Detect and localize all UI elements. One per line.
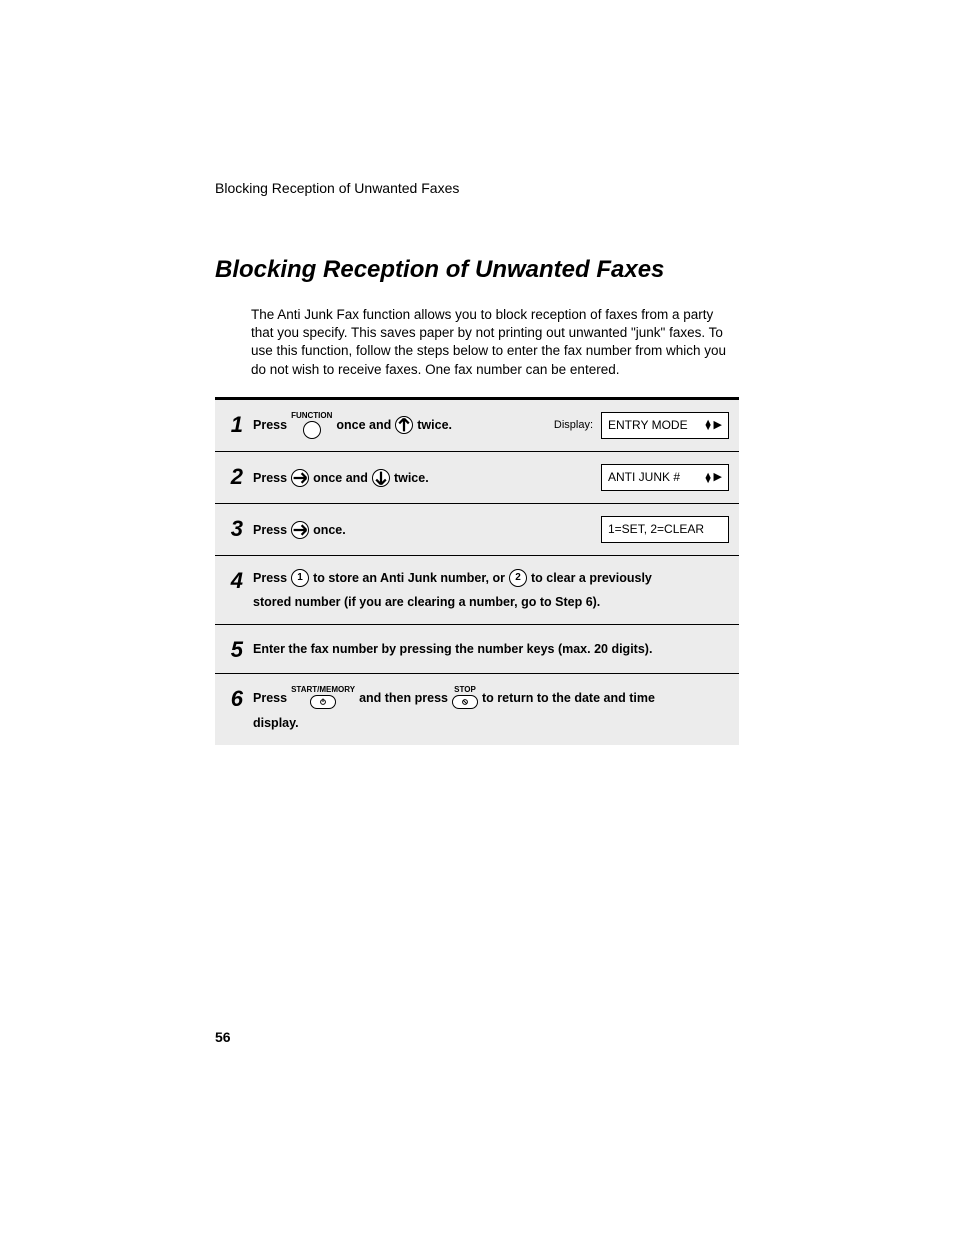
key-label: STOP xyxy=(454,686,476,694)
display-label: Display: xyxy=(554,417,593,435)
step-text: to return to the date and time xyxy=(482,688,655,708)
down-arrow-key-icon xyxy=(372,469,390,487)
step-text: twice. xyxy=(394,468,429,488)
lcd-display: 1=SET, 2=CLEAR xyxy=(601,516,729,543)
step-text: Enter the fax number by pressing the num… xyxy=(253,639,652,659)
stop-key: STOP xyxy=(452,686,478,709)
manual-page: Blocking Reception of Unwanted Faxes Blo… xyxy=(0,0,954,1235)
oval-button-icon xyxy=(310,695,336,709)
step-number: 5 xyxy=(215,637,253,661)
step-number: 1 xyxy=(215,412,253,439)
step-text: Press xyxy=(253,468,287,488)
intro-paragraph: The Anti Junk Fax function allows you to… xyxy=(251,306,739,379)
digit-1-key-icon: 1 xyxy=(291,569,309,587)
step-1: 1 Press FUNCTION once and twice. Display… xyxy=(215,400,739,452)
step-text: to store an Anti Junk number, or xyxy=(313,568,505,588)
step-text: Press xyxy=(253,568,287,588)
step-5: 5 Enter the fax number by pressing the n… xyxy=(215,625,739,674)
step-text: once and xyxy=(336,415,391,435)
step-number: 6 xyxy=(215,686,253,733)
step-2: 2 Press once and twice. ANTI JUNK # ▲▼▶ xyxy=(215,452,739,504)
display-text: ANTI JUNK # xyxy=(608,468,680,487)
digit-2-key-icon: 2 xyxy=(509,569,527,587)
start-memory-key: START/MEMORY xyxy=(291,686,355,709)
step-text: once. xyxy=(313,520,346,540)
nav-arrows-icon: ▲▼▶ xyxy=(704,420,722,431)
section-title: Blocking Reception of Unwanted Faxes xyxy=(215,256,739,284)
step-text: display. xyxy=(253,713,729,733)
step-number: 4 xyxy=(215,568,253,612)
step-4: 4 Press 1 to store an Anti Junk number, … xyxy=(215,556,739,625)
step-text: stored number (if you are clearing a num… xyxy=(253,592,729,612)
nav-arrows-icon: ▲▼▶ xyxy=(704,472,722,483)
step-number: 3 xyxy=(215,516,253,543)
lcd-display: ANTI JUNK # ▲▼▶ xyxy=(601,464,729,491)
up-arrow-key-icon xyxy=(395,416,413,434)
right-arrow-key-icon xyxy=(291,521,309,539)
lcd-display: ENTRY MODE ▲▼▶ xyxy=(601,412,729,439)
step-text: Press xyxy=(253,688,287,708)
running-header: Blocking Reception of Unwanted Faxes xyxy=(215,180,739,196)
function-key: FUNCTION xyxy=(291,412,332,439)
display-text: 1=SET, 2=CLEAR xyxy=(608,520,704,539)
step-text: Press xyxy=(253,415,287,435)
step-3: 3 Press once. 1=SET, 2=CLEAR xyxy=(215,504,739,556)
oval-button-icon xyxy=(452,695,478,709)
page-number: 56 xyxy=(215,1029,231,1045)
right-arrow-key-icon xyxy=(291,469,309,487)
step-6: 6 Press START/MEMORY and then press STOP… xyxy=(215,674,739,745)
step-text: once and xyxy=(313,468,368,488)
steps-panel: 1 Press FUNCTION once and twice. Display… xyxy=(215,397,739,746)
display-text: ENTRY MODE xyxy=(608,416,688,435)
step-text: Press xyxy=(253,520,287,540)
key-label: START/MEMORY xyxy=(291,686,355,694)
key-label: FUNCTION xyxy=(291,412,332,420)
step-text: to clear a previously xyxy=(531,568,652,588)
step-text: twice. xyxy=(417,415,452,435)
step-number: 2 xyxy=(215,464,253,491)
step-text: and then press xyxy=(359,688,448,708)
round-button-icon xyxy=(303,421,321,439)
